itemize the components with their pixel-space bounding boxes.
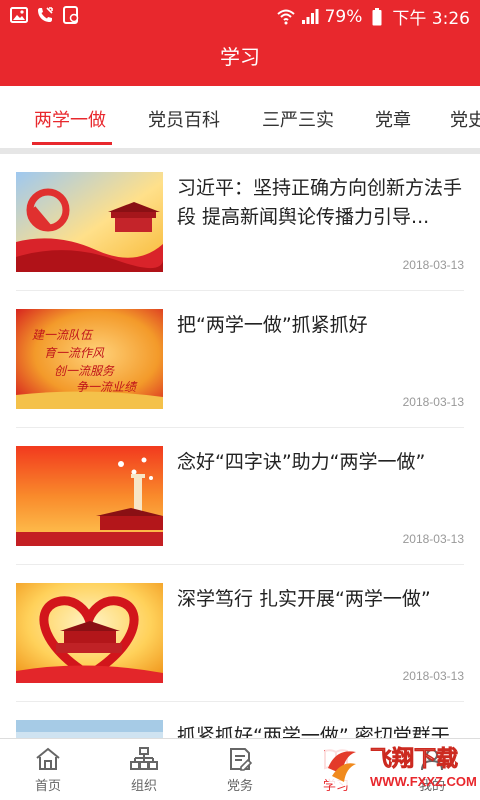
active-tab-indicator	[32, 142, 112, 145]
watermark-overlay: 飞翔下载 WWW.FXXZ.COM	[312, 738, 480, 800]
nav-home[interactable]: 首页	[18, 747, 78, 794]
category-tabs: 两学一做 党员百科 三严三实 党章 党史	[0, 86, 480, 148]
status-bar: 79% 下午 3:26	[0, 0, 480, 34]
article-title: 把“两学一做”抓紧抓好	[177, 314, 368, 336]
article-title: 习近平：坚持正确方向创新方法手段 提高新闻舆论传播力引导...	[177, 177, 463, 228]
app-bar: 学习	[0, 34, 480, 86]
nav-party-affairs-label: 党务	[226, 779, 253, 794]
home-icon	[36, 747, 60, 770]
thumb-slogan-4: 争一流业绩	[76, 380, 138, 394]
watermark-brand: 飞翔下载	[370, 746, 458, 772]
phone-info-icon	[62, 6, 80, 24]
article-title: 抓紧抓好“两学一做” 密切党群干	[177, 725, 450, 738]
article-title: 念好“四字诀”助力“两学一做”	[177, 451, 426, 473]
nav-party-affairs[interactable]: 党务	[210, 747, 270, 794]
tab-dangyuan-baike[interactable]: 党员百科	[148, 106, 220, 132]
missed-call-icon	[36, 6, 54, 24]
article-thumbnail	[16, 446, 163, 546]
status-notifications	[10, 6, 80, 24]
nav-home-label: 首页	[34, 779, 61, 794]
article-date: 2018-03-13	[402, 258, 464, 272]
article-thumbnail	[16, 720, 163, 738]
article-title: 深学笃行 扎实开展“两学一做”	[177, 588, 431, 610]
thumb-slogan-2: 育一流作风	[44, 346, 105, 360]
article-thumbnail	[16, 172, 163, 272]
tab-dangzhang[interactable]: 党章	[375, 106, 411, 132]
article-date: 2018-03-13	[402, 395, 464, 409]
article-date: 2018-03-13	[402, 669, 464, 683]
page-title: 学习	[220, 45, 260, 69]
wifi-icon	[276, 8, 295, 26]
list-item[interactable]: 建一流队伍 育一流作风 创一流服务 争一流业绩 把“两学一做”抓紧抓好 2018…	[0, 291, 480, 428]
nav-organization[interactable]: 组织	[114, 747, 174, 794]
signal-icon	[301, 8, 319, 26]
list-item[interactable]: 念好“四字诀”助力“两学一做” 2018-03-13	[0, 428, 480, 565]
list-item[interactable]: 深学笃行 扎实开展“两学一做” 2018-03-13	[0, 565, 480, 702]
tab-liangxueyizuo[interactable]: 两学一做	[34, 106, 106, 132]
status-system: 79% 下午 3:26	[276, 4, 470, 29]
battery-percent: 79%	[324, 6, 363, 27]
article-date: 2018-03-13	[402, 532, 464, 546]
document-edit-icon	[230, 748, 253, 771]
watermark-url: WWW.FXXZ.COM	[370, 774, 477, 789]
tab-dangshi[interactable]: 党史	[450, 106, 480, 132]
article-thumbnail: 建一流队伍 育一流作风 创一流服务 争一流业绩	[16, 309, 163, 409]
image-icon	[10, 6, 28, 24]
tab-sanyan-sanshi[interactable]: 三严三实	[262, 106, 334, 132]
list-item[interactable]: 习近平：坚持正确方向创新方法手段 提高新闻舆论传播力引导... 2018-03-…	[0, 154, 480, 291]
status-time: 下午 3:26	[392, 9, 470, 29]
article-list[interactable]: 习近平：坚持正确方向创新方法手段 提高新闻舆论传播力引导... 2018-03-…	[0, 154, 480, 738]
article-thumbnail	[16, 583, 163, 683]
thumb-slogan-1: 建一流队伍	[32, 328, 94, 342]
list-item[interactable]: 抓紧抓好“两学一做” 密切党群干	[0, 702, 480, 738]
nav-organization-label: 组织	[130, 779, 157, 794]
battery-icon	[368, 7, 386, 26]
org-chart-icon	[130, 747, 158, 770]
thumb-slogan-3: 创一流服务	[54, 364, 115, 378]
